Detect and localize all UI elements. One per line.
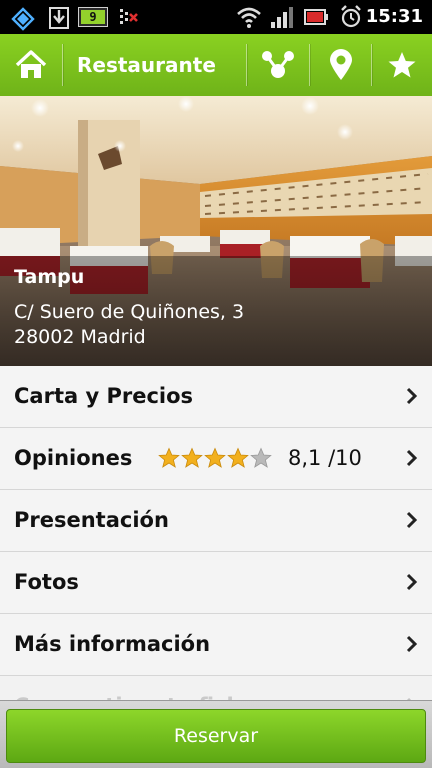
restaurant-name: Tampu: [14, 266, 85, 288]
share-button[interactable]: [247, 34, 309, 96]
star-empty-icon: [250, 447, 272, 468]
favorite-button[interactable]: [372, 34, 432, 96]
location-pin-icon: [329, 49, 352, 80]
detail-menu-list: Carta y Precios Opiniones 8,1 /10 Presen…: [0, 366, 432, 738]
battery-icon: 9: [78, 7, 108, 27]
share-icon: [262, 51, 294, 78]
star-filled-icon: [227, 447, 249, 468]
menu-item-fotos[interactable]: Fotos: [0, 552, 432, 614]
page-title: Restaurante: [77, 53, 216, 77]
menu-item-opiniones[interactable]: Opiniones 8,1 /10: [0, 428, 432, 490]
status-bar: 9 15:31: [0, 0, 432, 34]
chevron-right-icon: [406, 573, 418, 591]
menu-item-presentacion[interactable]: Presentación: [0, 490, 432, 552]
status-clock: 15:31: [365, 6, 423, 27]
action-bar-divider: [62, 44, 63, 86]
download-icon: [49, 7, 69, 29]
menu-item-label: Carta y Precios: [14, 384, 194, 408]
action-bar: Restaurante: [0, 34, 432, 97]
menu-item-label: Más información: [14, 632, 211, 656]
restaurant-photo[interactable]: Tampu C/ Suero de Quiñones, 3 28002 Madr…: [0, 96, 432, 366]
bottom-bar: Reservar: [0, 700, 432, 768]
chevron-right-icon: [406, 635, 418, 653]
signal-warning-icon: [120, 9, 138, 24]
rating-stars: [158, 447, 273, 469]
location-button[interactable]: [310, 34, 371, 96]
restaurant-address-line2: 28002 Madrid: [14, 326, 146, 348]
reserve-button[interactable]: Reservar: [6, 709, 426, 763]
restaurant-address-line1: C/ Suero de Quiñones, 3: [14, 301, 245, 323]
phone-battery-icon: [304, 9, 328, 25]
alarm-icon: [341, 5, 361, 28]
notification-icon: [11, 7, 35, 31]
cell-signal-icon: [271, 7, 293, 28]
rating-score: 8,1 /10: [288, 446, 362, 470]
favorite-star-icon: [388, 52, 416, 78]
chevron-right-icon: [406, 387, 418, 405]
app-screen: 9 15:31 Restaurante Tampu C/ Suero de Qu…: [0, 0, 432, 768]
chevron-right-icon: [406, 511, 418, 529]
wifi-icon: [237, 7, 261, 28]
menu-item-label: Presentación: [14, 508, 169, 532]
battery-level: 9: [81, 10, 105, 24]
star-filled-icon: [181, 447, 203, 468]
menu-item-carta[interactable]: Carta y Precios: [0, 366, 432, 428]
home-icon: [15, 50, 47, 78]
chevron-right-icon: [406, 449, 418, 467]
star-filled-icon: [204, 447, 226, 468]
menu-item-label: Opiniones: [14, 446, 133, 470]
menu-item-label: Fotos: [14, 570, 79, 594]
home-button[interactable]: [0, 34, 62, 96]
menu-item-mas-informacion[interactable]: Más información: [0, 614, 432, 676]
star-filled-icon: [158, 447, 180, 468]
